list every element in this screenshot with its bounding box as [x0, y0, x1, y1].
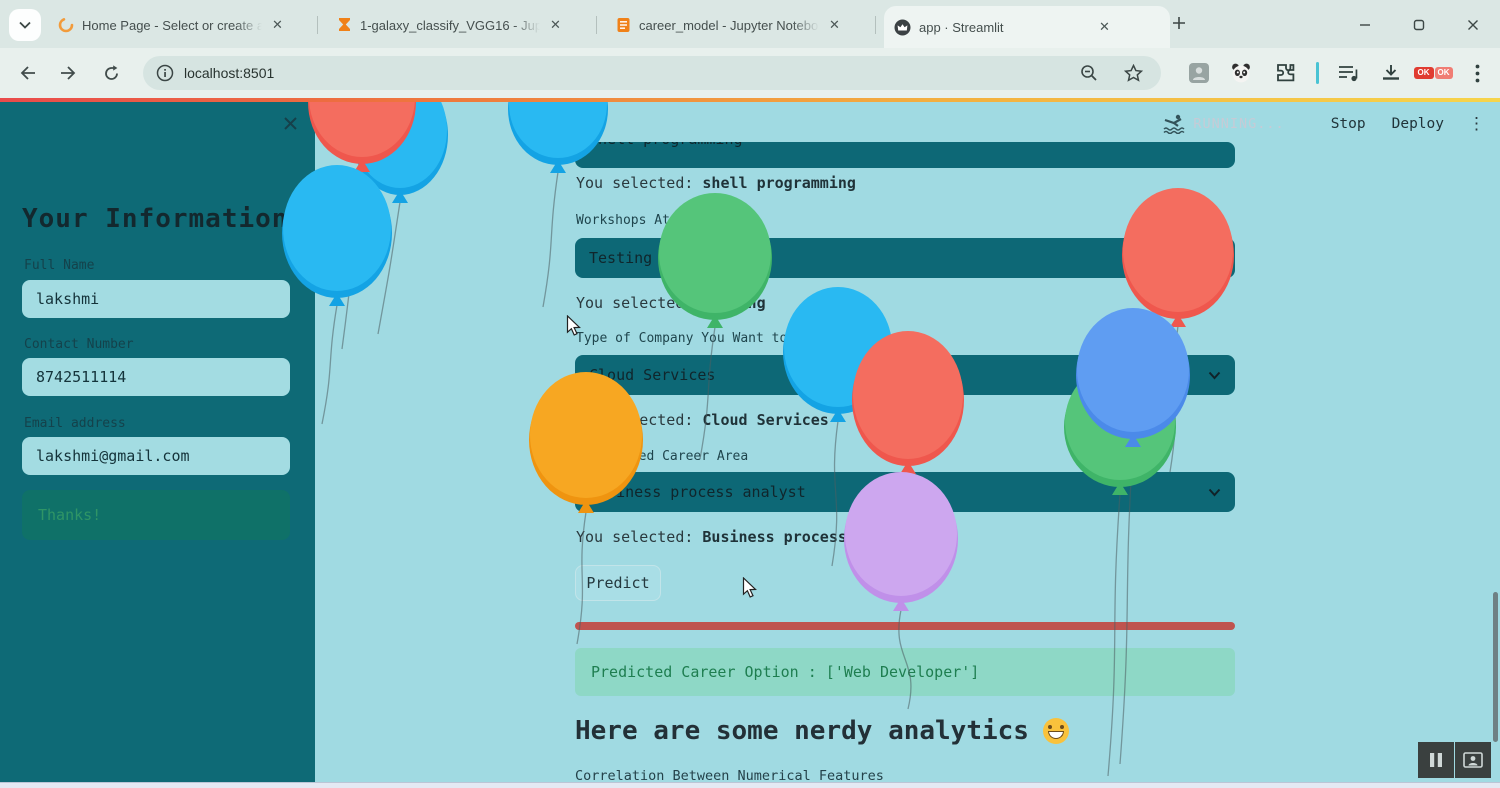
- address-bar[interactable]: localhost:8501: [143, 56, 1161, 90]
- tab-title: 1-galaxy_classify_VGG16 - Jupy: [360, 18, 540, 33]
- divider: [1316, 62, 1319, 84]
- selected-company-text: You selected:Cloud Services: [576, 411, 829, 429]
- picture-in-picture-button[interactable]: [1455, 742, 1491, 778]
- career-area-selectbox[interactable]: Business process analyst: [575, 472, 1235, 512]
- extension-badge: OK: [1414, 67, 1434, 79]
- site-info-icon[interactable]: [156, 64, 174, 82]
- minimize-button[interactable]: [1354, 14, 1376, 36]
- contact-number-label: Contact Number: [24, 337, 134, 352]
- main-content: shell programming You selected:shell pro…: [575, 98, 1235, 788]
- app-header: RUNNING... Stop Deploy ⋮: [1162, 108, 1486, 140]
- download-icon[interactable]: [1378, 60, 1404, 86]
- grin-emoji: [1043, 718, 1069, 744]
- full-name-label: Full Name: [24, 258, 94, 273]
- chevron-down-icon: [1208, 371, 1221, 380]
- hourglass-icon: [337, 17, 352, 33]
- tab-title: Home Page - Select or create a: [82, 18, 262, 33]
- notebook-icon: [616, 17, 631, 33]
- analytics-heading: Here are some nerdy analytics: [575, 716, 1069, 746]
- extensions-puzzle-icon[interactable]: [1272, 60, 1298, 86]
- media-overlay: [1417, 742, 1491, 778]
- full-name-input[interactable]: lakshmi: [22, 280, 290, 318]
- email-input[interactable]: lakshmi@gmail.com: [22, 437, 290, 475]
- tab-home-page[interactable]: Home Page - Select or create a ✕: [48, 8, 330, 42]
- maximize-button[interactable]: [1408, 14, 1430, 36]
- streamlit-favicon: [894, 19, 911, 36]
- chevron-down-icon: [19, 21, 31, 29]
- running-man-icon: [1162, 114, 1186, 134]
- running-status: RUNNING...: [1193, 116, 1284, 132]
- forward-button[interactable]: [54, 59, 82, 87]
- skills-selectbox[interactable]: shell programming: [575, 142, 1235, 168]
- tab-galaxy-notebook[interactable]: 1-galaxy_classify_VGG16 - Jupy ✕: [327, 8, 609, 42]
- tab-career-notebook[interactable]: career_model - Jupyter Notebo ✕: [606, 8, 888, 42]
- predict-button[interactable]: Predict: [575, 565, 661, 601]
- contact-number-input[interactable]: 8742511114: [22, 358, 290, 396]
- selected-career-text: You selected:Business process analyst: [576, 528, 919, 546]
- browser-toolbar: localhost:8501 OK OK: [0, 48, 1500, 98]
- media-controls-icon[interactable]: [1336, 60, 1362, 86]
- streamlit-app: RUNNING... Stop Deploy ⋮ Your Informatio…: [0, 98, 1500, 788]
- url-text[interactable]: localhost:8501: [184, 65, 1080, 81]
- app-menu-icon[interactable]: ⋮: [1468, 114, 1486, 134]
- new-tab-button[interactable]: [1168, 12, 1190, 34]
- tab-strip: Home Page - Select or create a ✕ 1-galax…: [0, 0, 1500, 48]
- scrollbar-thumb[interactable]: [1493, 592, 1498, 742]
- deploy-button[interactable]: Deploy: [1392, 116, 1444, 132]
- tab-streamlit-app[interactable]: app · Streamlit ✕: [884, 6, 1170, 48]
- tab-close-icon[interactable]: ✕: [1099, 19, 1110, 35]
- tab-title: career_model - Jupyter Notebo: [639, 18, 819, 33]
- tab-title: app · Streamlit: [919, 20, 1089, 35]
- reload-button[interactable]: [97, 59, 125, 87]
- chevron-down-icon: [1208, 254, 1221, 263]
- email-label: Email address: [24, 416, 126, 431]
- workshops-label: Workshops Attended: [576, 213, 717, 228]
- back-button[interactable]: [14, 59, 42, 87]
- company-type-label: Type of Company You Want to Settle In?: [576, 331, 873, 346]
- tab-close-icon[interactable]: ✕: [272, 17, 283, 33]
- profile-extension-icon[interactable]: [1186, 60, 1212, 86]
- tab-close-icon[interactable]: ✕: [550, 17, 561, 33]
- browser-window: Home Page - Select or create a ✕ 1-galax…: [0, 0, 1500, 788]
- workshops-selectbox[interactable]: Testing: [575, 238, 1235, 278]
- extension-badge-2: OK: [1435, 67, 1453, 79]
- stop-button[interactable]: Stop: [1331, 116, 1366, 132]
- tab-search-button[interactable]: [9, 9, 41, 41]
- progress-bar: [575, 622, 1235, 630]
- sidebar: Your Information Full Name lakshmi Conta…: [0, 102, 315, 788]
- sidebar-close-icon[interactable]: [283, 116, 299, 132]
- spinner-icon: [58, 17, 74, 33]
- browser-menu-icon[interactable]: [1464, 60, 1490, 86]
- career-area-label: Interested Career Area: [576, 449, 748, 464]
- sidebar-title: Your Information: [22, 204, 288, 234]
- selected-workshop-text: You selected:Testing: [576, 294, 766, 312]
- thanks-message: Thanks!: [22, 490, 290, 540]
- panda-extension-icon[interactable]: [1228, 60, 1254, 86]
- selected-skill-text: You selected:shell programming: [576, 174, 856, 192]
- chevron-down-icon: [1208, 488, 1221, 497]
- badge-extension-icon[interactable]: OK OK: [1420, 60, 1446, 86]
- prediction-success-box: Predicted Career Option : ['Web Develope…: [575, 648, 1235, 696]
- zoom-icon[interactable]: [1080, 64, 1098, 82]
- window-bottom-edge: [0, 782, 1500, 788]
- tab-close-icon[interactable]: ✕: [829, 17, 840, 33]
- close-button[interactable]: [1462, 14, 1484, 36]
- company-type-selectbox[interactable]: Cloud Services: [575, 355, 1235, 395]
- bookmark-star-icon[interactable]: [1124, 64, 1143, 82]
- pause-button[interactable]: [1418, 742, 1454, 778]
